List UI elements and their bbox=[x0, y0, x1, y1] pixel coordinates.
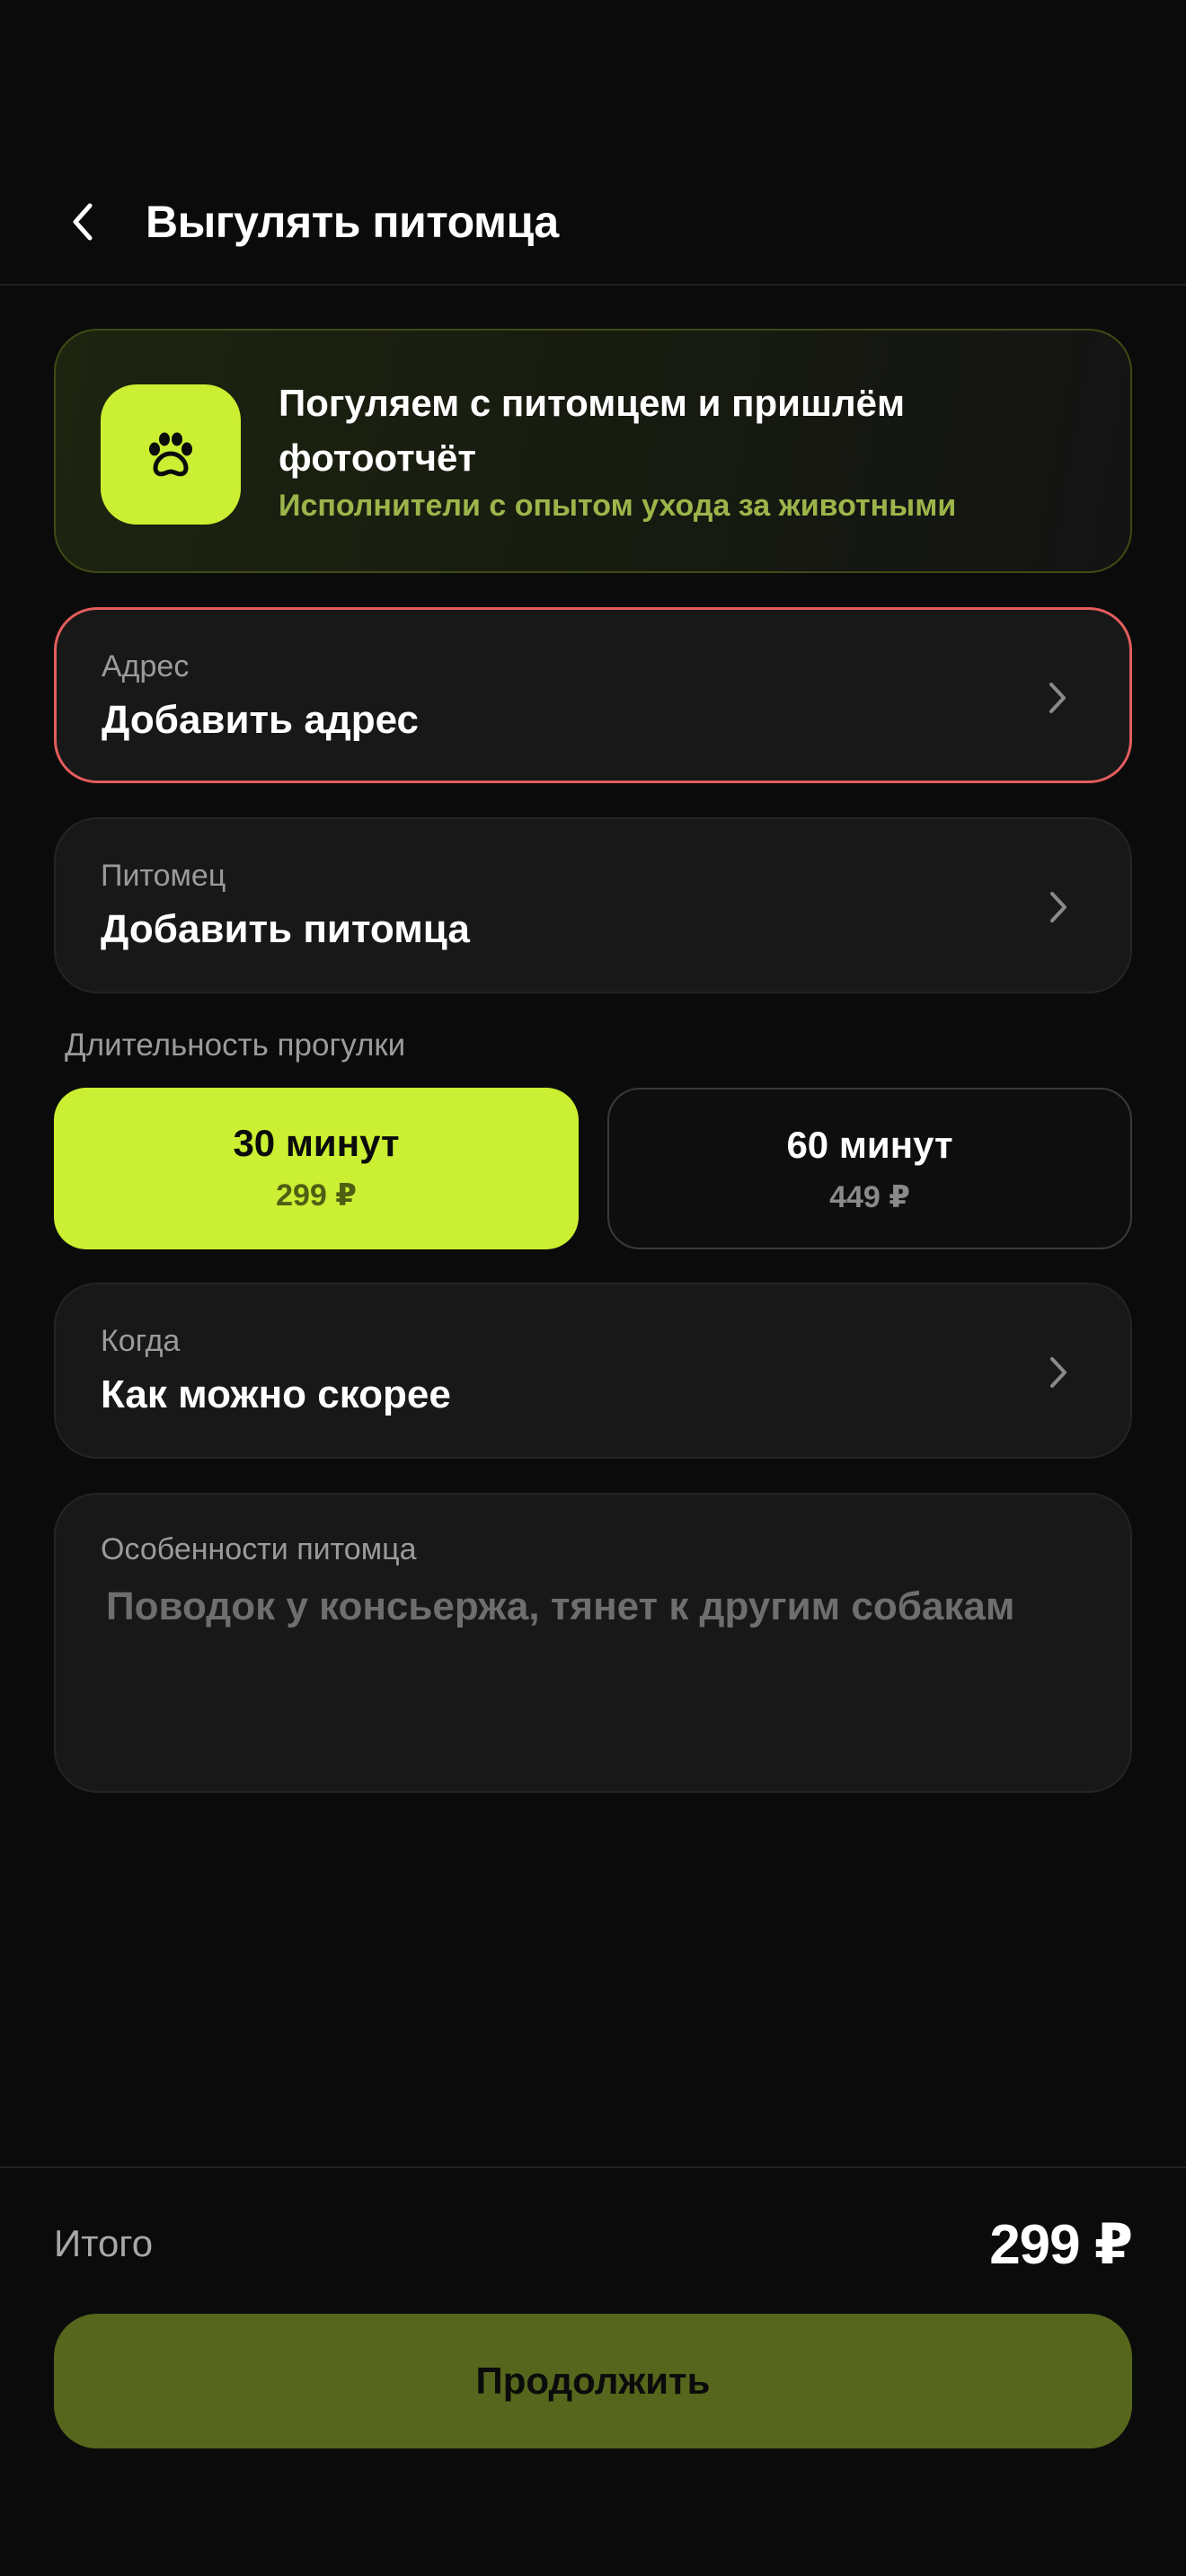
duration-option-30[interactable]: 30 минут 299 ₽ bbox=[54, 1088, 579, 1249]
notes-label: Особенности питомца bbox=[101, 1532, 417, 1566]
duration-title: 60 минут bbox=[786, 1124, 953, 1166]
address-value: Добавить адрес bbox=[102, 698, 419, 742]
service-info-card: Погуляем с питомцем и пришлём фотоотчёт … bbox=[54, 329, 1132, 573]
page-title: Выгулять питомца bbox=[146, 197, 559, 247]
total-label: Итого bbox=[54, 2222, 154, 2264]
duration-option-60[interactable]: 60 минут 449 ₽ bbox=[607, 1088, 1132, 1249]
promo-title: Погуляем с питомцем и пришлём фотоотчёт bbox=[279, 382, 906, 479]
duration-price: 299 ₽ bbox=[276, 1178, 357, 1213]
when-label: Когда bbox=[101, 1324, 181, 1358]
pet-value: Добавить питомца bbox=[101, 907, 470, 951]
chevron-right-icon bbox=[1040, 1351, 1076, 1394]
address-label: Адрес bbox=[102, 649, 190, 684]
continue-button[interactable]: Продолжить bbox=[54, 2314, 1132, 2448]
notes-input[interactable] bbox=[106, 1584, 1094, 1755]
address-field[interactable]: Адрес Добавить адрес bbox=[54, 607, 1132, 783]
top-bar: Выгулять питомца bbox=[0, 0, 1186, 286]
pet-notes-field[interactable]: Особенности питомца bbox=[54, 1493, 1132, 1793]
promo-subtitle: Исполнители с опытом ухода за животными bbox=[279, 489, 957, 523]
paw-icon bbox=[101, 384, 241, 525]
pet-field[interactable]: Питомец Добавить питомца bbox=[54, 817, 1132, 993]
chevron-right-icon bbox=[1040, 676, 1075, 719]
when-field[interactable]: Когда Как можно скорее bbox=[54, 1283, 1132, 1459]
duration-label: Длительность прогулки bbox=[65, 1028, 406, 1063]
chevron-left-icon bbox=[73, 203, 93, 241]
duration-title: 30 минут bbox=[233, 1122, 400, 1164]
duration-price: 449 ₽ bbox=[829, 1180, 910, 1214]
pet-label: Питомец bbox=[101, 859, 226, 893]
bottom-bar: Итого 299 ₽ Продолжить bbox=[0, 2166, 1186, 2576]
total-price: 299 ₽ bbox=[989, 2214, 1133, 2276]
when-value: Как можно скорее bbox=[101, 1372, 451, 1416]
back-button[interactable] bbox=[54, 187, 111, 257]
chevron-right-icon bbox=[1040, 886, 1076, 929]
